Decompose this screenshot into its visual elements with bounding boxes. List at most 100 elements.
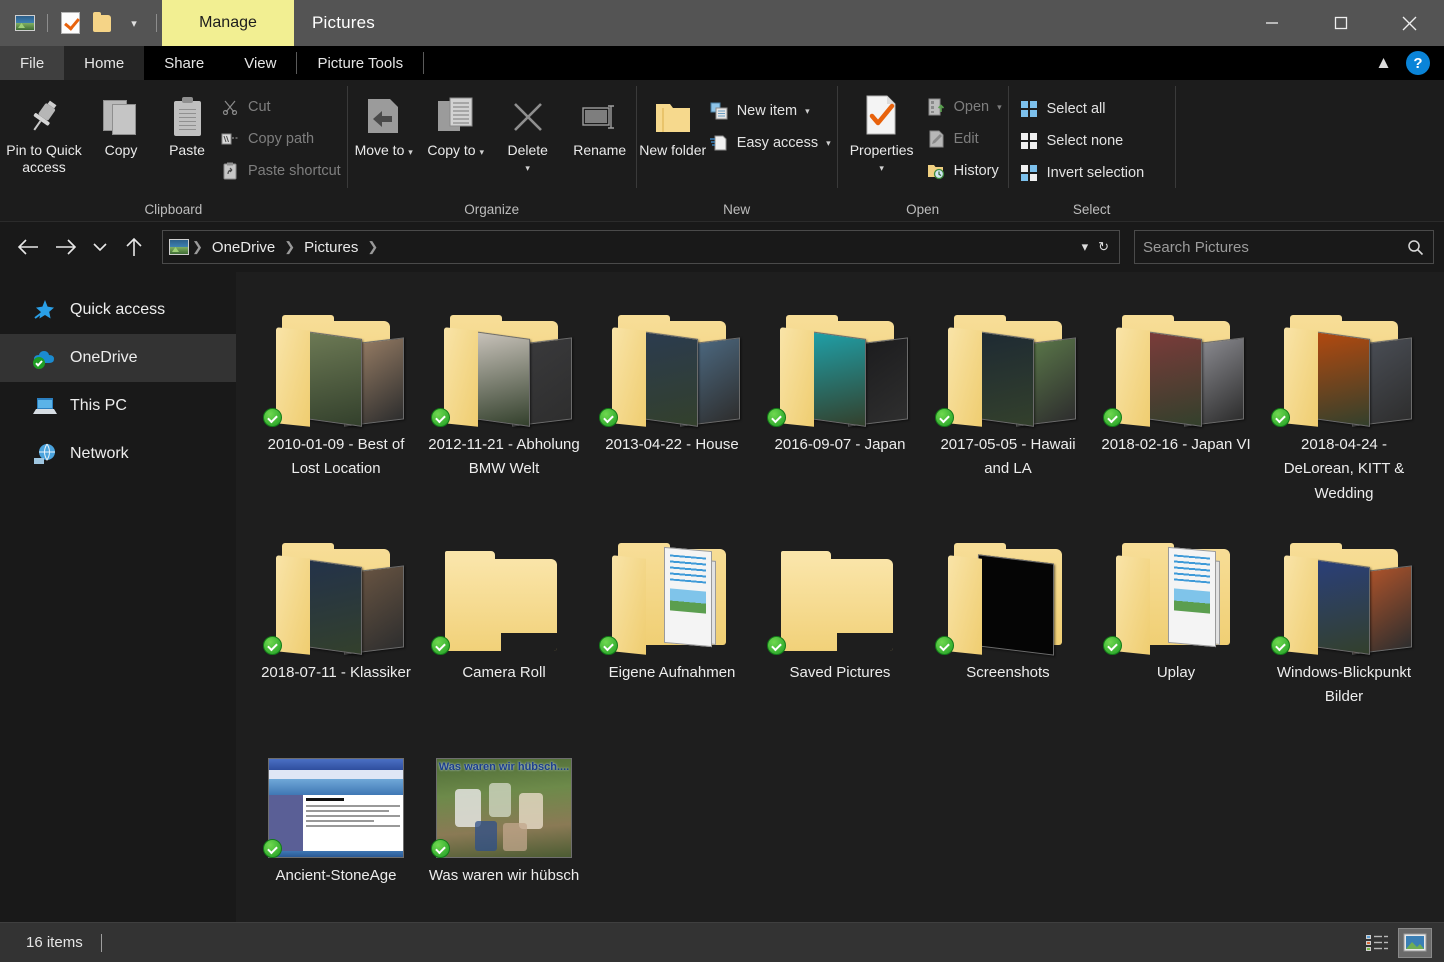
copy-button[interactable]: Copy (88, 88, 154, 159)
file-item[interactable]: 2013-04-22 - House (588, 288, 756, 516)
file-thumbnail[interactable] (933, 292, 1083, 427)
chevron-down-icon[interactable]: ▾ (1082, 239, 1089, 255)
contextual-tab-manage[interactable]: Manage (162, 0, 294, 46)
properties-check-icon[interactable] (55, 8, 85, 38)
recent-locations-icon[interactable] (86, 229, 114, 265)
back-arrow-icon[interactable] (10, 229, 46, 265)
close-icon[interactable] (1375, 0, 1444, 46)
new-folder-icon[interactable] (87, 8, 117, 38)
new-item-button[interactable]: New item ▾ (709, 98, 837, 124)
customize-caret-icon[interactable]: ▾ (119, 8, 149, 38)
file-thumbnail[interactable] (261, 723, 411, 859)
breadcrumb-pictures[interactable]: Pictures (298, 239, 364, 256)
window-title: Pictures (312, 13, 376, 32)
file-item[interactable]: Uplay (1092, 516, 1260, 720)
select-all-icon (1019, 99, 1039, 119)
rename-button[interactable]: Rename (564, 88, 636, 159)
file-thumbnail[interactable] (429, 292, 579, 427)
tab-file[interactable]: File (0, 46, 65, 80)
picture-icon[interactable] (10, 8, 40, 38)
file-item[interactable]: 2017-05-05 - Hawaii and LA (924, 288, 1092, 516)
sidebar-item-network[interactable]: Network (0, 430, 236, 478)
paste-label: Paste (169, 142, 205, 158)
paste-button[interactable]: Paste (154, 88, 220, 159)
sidebar-item-quick-access[interactable]: Quick access (0, 286, 236, 334)
properties-caret-icon[interactable]: ▾ (879, 163, 884, 172)
forward-arrow-icon[interactable] (48, 229, 84, 265)
file-thumbnail[interactable] (765, 520, 915, 655)
delete-button[interactable]: Delete ▾ (492, 88, 564, 172)
address-bar[interactable]: ❯ OneDrive ❯ Pictures ❯ ▾ ↻ (162, 230, 1120, 264)
file-list-pane[interactable]: 2010-01-09 - Best of Lost Location 2012-… (236, 272, 1444, 922)
file-item[interactable]: 2012-11-21 - Abholung BMW Welt (420, 288, 588, 516)
file-thumbnail[interactable] (597, 292, 747, 427)
file-thumbnail[interactable] (1269, 520, 1419, 655)
search-input[interactable] (1143, 238, 1405, 256)
properties-button[interactable]: Properties ▾ (838, 88, 926, 172)
file-item[interactable]: Saved Pictures (756, 516, 924, 720)
breadcrumb-separator-1[interactable]: ❯ (283, 239, 296, 255)
address-bar-row: ❯ OneDrive ❯ Pictures ❯ ▾ ↻ (0, 222, 1444, 272)
paste-shortcut-button[interactable]: Paste shortcut (220, 158, 347, 184)
file-item[interactable]: Screenshots (924, 516, 1092, 720)
copy-path-button[interactable]: Copy path (220, 126, 347, 152)
copy-to-button[interactable]: Copy to ▾ (420, 88, 492, 159)
file-name-label: Uplay (1156, 663, 1196, 681)
select-all-button[interactable]: Select all (1019, 96, 1151, 122)
tab-home[interactable]: Home (64, 46, 145, 80)
tab-picture-tools[interactable]: Picture Tools (297, 46, 423, 80)
search-icon[interactable] (1405, 237, 1425, 257)
file-item[interactable]: 2018-07-11 - Klassiker (252, 516, 420, 720)
file-thumbnail[interactable] (1269, 292, 1419, 427)
edit-button[interactable]: Edit (926, 126, 1008, 152)
cut-button[interactable]: Cut (220, 94, 347, 120)
file-thumbnail[interactable]: Was waren wir hübsch.... (429, 723, 579, 859)
chevron-up-icon[interactable]: ▲ (1375, 53, 1392, 73)
delete-caret-icon[interactable]: ▾ (525, 163, 530, 172)
file-item[interactable]: 2018-04-24 - DeLorean, KITT & Wedding (1260, 288, 1428, 516)
file-thumbnail[interactable] (765, 292, 915, 427)
sidebar-item-this-pc[interactable]: This PC (0, 382, 236, 430)
file-thumbnail[interactable] (261, 292, 411, 427)
file-thumbnail[interactable] (597, 520, 747, 655)
file-item[interactable]: Was waren wir hübsch.... Was waren wir h… (420, 719, 588, 898)
move-to-button[interactable]: Move to ▾ (348, 88, 420, 159)
minimize-icon[interactable] (1237, 0, 1306, 46)
tab-view[interactable]: View (224, 46, 296, 80)
easy-access-button[interactable]: Easy access ▾ (709, 130, 837, 156)
up-arrow-icon[interactable] (116, 229, 152, 265)
search-box[interactable] (1134, 230, 1434, 264)
help-button[interactable]: ? (1406, 51, 1430, 75)
sidebar-item-onedrive[interactable]: OneDrive (0, 334, 236, 382)
item-count-label: 16 items (26, 934, 83, 951)
open-button[interactable]: Open ▾ (926, 94, 1008, 120)
large-icons-view-icon[interactable] (1398, 927, 1432, 958)
file-item[interactable]: Windows-Blickpunkt Bilder (1260, 516, 1428, 720)
details-view-icon[interactable] (1360, 928, 1394, 958)
new-folder-button[interactable]: New folder (637, 88, 709, 159)
breadcrumb-onedrive[interactable]: OneDrive (206, 239, 281, 256)
maximize-icon[interactable] (1306, 0, 1375, 46)
pin-to-quick-access-button[interactable]: Pin to Quick access (0, 88, 88, 175)
onedrive-sync-badge-icon (431, 408, 450, 427)
file-item[interactable]: Eigene Aufnahmen (588, 516, 756, 720)
history-button[interactable]: History (926, 158, 1008, 184)
file-thumbnail[interactable] (933, 520, 1083, 656)
file-item[interactable]: 2018-02-16 - Japan VI (1092, 288, 1260, 516)
file-item[interactable]: Ancient-StoneAge (252, 719, 420, 898)
file-thumbnail[interactable] (1101, 520, 1251, 655)
file-item[interactable]: 2010-01-09 - Best of Lost Location (252, 288, 420, 516)
file-item[interactable]: 2016-09-07 - Japan (756, 288, 924, 516)
edit-label: Edit (953, 131, 979, 147)
onedrive-sync-badge-icon (1103, 635, 1122, 655)
file-thumbnail[interactable] (261, 520, 411, 655)
invert-selection-button[interactable]: Invert selection (1019, 160, 1151, 186)
window-controls (1237, 0, 1444, 46)
file-item[interactable]: Camera Roll (420, 516, 588, 720)
breadcrumb-separator-2[interactable]: ❯ (366, 239, 379, 255)
file-thumbnail[interactable] (429, 520, 579, 655)
select-none-button[interactable]: Select none (1019, 128, 1151, 154)
file-thumbnail[interactable] (1101, 292, 1251, 427)
tab-share[interactable]: Share (144, 46, 224, 80)
refresh-icon[interactable]: ↻ (1098, 239, 1109, 255)
